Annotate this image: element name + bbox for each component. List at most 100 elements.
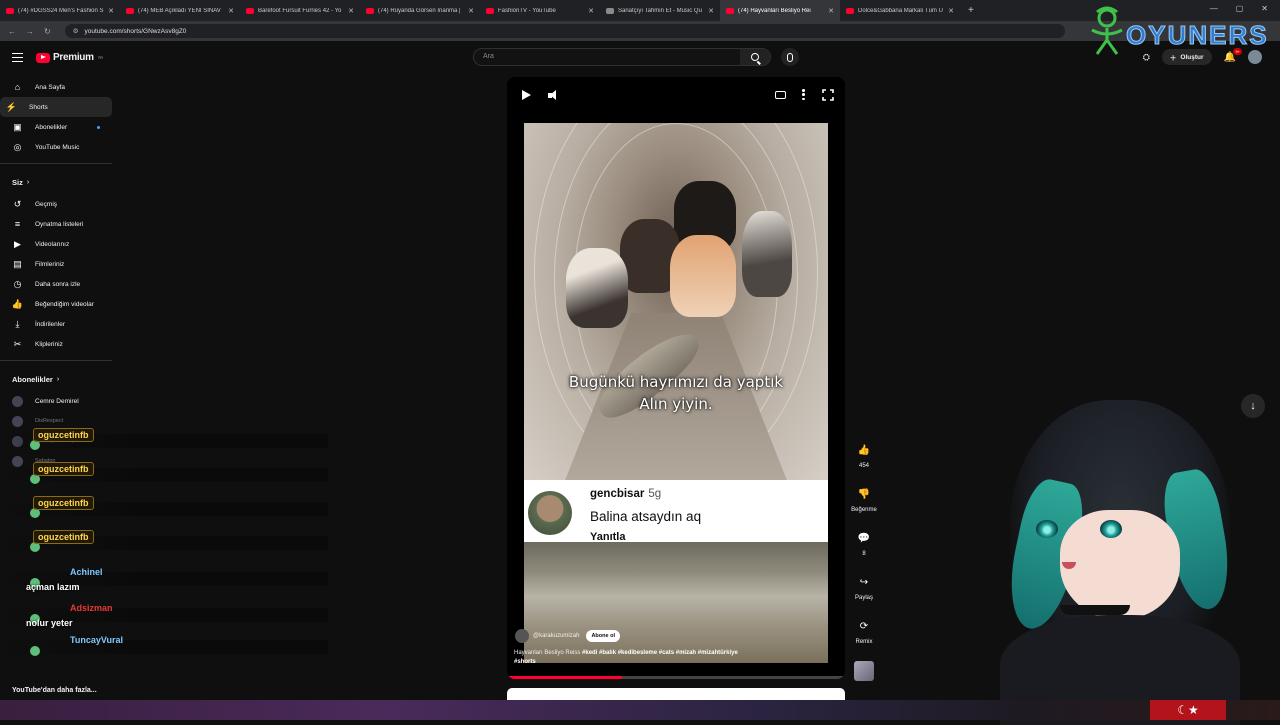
- browser-tab[interactable]: Dolce&Gabbana Markalı Tüm Ü ✕: [840, 0, 960, 21]
- sidebar-item-history[interactable]: ↺ Geçmiş: [0, 194, 112, 214]
- browser-tab[interactable]: Sanatçıyı Tahmin Et - Music Qu ✕: [600, 0, 720, 21]
- sidebar-item-label: Videolarınız: [35, 240, 70, 248]
- comment-reply-card: gencbisar 5g Balina atsaydın aq Yanıtla: [524, 480, 828, 543]
- like-action[interactable]: 👍 454: [849, 440, 879, 470]
- clips-icon: ✂: [13, 338, 22, 349]
- your-videos-icon: ▶: [14, 238, 21, 249]
- menu-icon[interactable]: [12, 53, 23, 62]
- watch-later-icon: ◷: [13, 278, 22, 289]
- progress-fill: [507, 676, 622, 679]
- sidebar-item-your-videos[interactable]: ▶ Videolarınız: [0, 234, 112, 254]
- captions-icon[interactable]: [775, 91, 786, 99]
- sidebar-item-watch-later[interactable]: ◷ Daha sonra izle: [0, 274, 112, 294]
- movies-icon: ▤: [13, 258, 22, 269]
- search-button[interactable]: [740, 49, 770, 65]
- browser-tab[interactable]: (74) Rüyanda Görsen İnanma | ✕: [360, 0, 480, 21]
- close-tab-icon[interactable]: ✕: [708, 7, 714, 15]
- share-icon[interactable]: ↪: [854, 572, 874, 592]
- close-tab-icon[interactable]: ✕: [828, 7, 834, 15]
- sidebar-item-label: Geçmiş: [35, 200, 58, 208]
- comments-action[interactable]: 💬 8: [849, 528, 879, 558]
- tab-title: (74) #DGSS24 Men's Fashion S: [18, 7, 104, 14]
- dislike-action[interactable]: 👎 Beğenme: [849, 484, 879, 514]
- tab-title: (74) Hayvanları Besliyo Rei: [738, 7, 811, 14]
- sidebar-subs-header[interactable]: Abonelikler ›: [0, 367, 118, 391]
- share-action[interactable]: ↪ Paylaş: [849, 572, 879, 602]
- dislike-icon[interactable]: 👎: [854, 484, 874, 504]
- browser-tab[interactable]: (74) MEB Açıkladı YENİ SINAV ✕: [120, 0, 240, 21]
- avatar-eye: [1036, 520, 1058, 538]
- chat-username: oguzcetinfb: [33, 530, 94, 544]
- sidebar-item-label: Shorts: [29, 103, 48, 111]
- voice-search-icon[interactable]: [781, 48, 799, 66]
- sidebar-item-download[interactable]: ⤓ İndirilenler: [0, 314, 112, 334]
- reply-age: 5g: [648, 488, 662, 500]
- subscribe-button[interactable]: Abone ol: [586, 630, 620, 642]
- reply-username: gencbisar: [590, 488, 645, 500]
- chat-user-icon: [30, 646, 40, 656]
- sidebar-item-playlist[interactable]: ≡ Oynatma listeleri: [0, 214, 112, 234]
- chat-username: oguzcetinfb: [33, 428, 94, 442]
- search-box[interactable]: Ara: [473, 48, 771, 66]
- home-icon: ⌂: [14, 82, 21, 92]
- back-icon[interactable]: ←: [8, 27, 16, 36]
- history-icon: ↺: [13, 198, 22, 209]
- channel-name[interactable]: @karakuzumizah: [533, 633, 579, 639]
- chat-message: nolur yeter: [26, 618, 73, 628]
- address-bar[interactable]: ⚙ youtube.com/shorts/GNwzAsv8gZ0: [64, 24, 1065, 38]
- music-quiz-favicon: [606, 7, 614, 14]
- close-tab-icon[interactable]: ✕: [108, 7, 114, 15]
- video-lower-scene: [524, 542, 828, 663]
- site-info-icon[interactable]: ⚙: [73, 27, 79, 35]
- close-tab-icon[interactable]: ✕: [348, 7, 354, 15]
- remix-action[interactable]: ⟳ Remix: [849, 616, 879, 646]
- new-tab-button[interactable]: +: [968, 5, 974, 16]
- sidebar-item-home[interactable]: ⌂ Ana Sayfa: [0, 77, 112, 97]
- sidebar-item-label: Beğendiğim videolar: [35, 300, 94, 308]
- sidebar-you-header[interactable]: Siz ›: [0, 170, 118, 194]
- next-short-preview[interactable]: [507, 688, 845, 700]
- volume-icon[interactable]: [548, 90, 559, 101]
- youtube-logo[interactable]: Premium TR: [36, 52, 103, 63]
- fullscreen-icon[interactable]: [822, 89, 834, 101]
- chat-username: Adsizman: [70, 603, 113, 613]
- comment-icon[interactable]: 💬: [854, 528, 874, 548]
- close-tab-icon[interactable]: ✕: [948, 7, 954, 15]
- more-options-icon[interactable]: [802, 89, 805, 100]
- close-tab-icon[interactable]: ✕: [228, 7, 234, 15]
- browser-tab[interactable]: (74) #DGSS24 Men's Fashion S ✕: [0, 0, 120, 21]
- browser-tab[interactable]: FashionTV - YouTube ✕: [480, 0, 600, 21]
- sidebar-item-music[interactable]: ◎ YouTube Music: [0, 137, 112, 157]
- sidebar-divider: [0, 163, 112, 164]
- subs-title: Abonelikler: [12, 374, 53, 384]
- youtube-favicon: [486, 7, 494, 14]
- tab-strip: (74) #DGSS24 Men's Fashion S ✕ (74) MEB Aç…: [0, 0, 960, 21]
- subscriptions-icon: ▣: [13, 121, 22, 132]
- logo-text: Premium: [53, 52, 94, 63]
- like-icon[interactable]: 👍: [854, 440, 874, 460]
- sidebar-item-subscriptions[interactable]: ▣ Abonelikler: [0, 117, 112, 137]
- search-input[interactable]: Ara: [483, 53, 494, 60]
- browser-tab[interactable]: (74) Hayvanları Besliyo Rei ✕: [720, 0, 840, 21]
- video-frame[interactable]: Bugünkü hayrımızı da yaptık Alın yiyin. …: [524, 123, 828, 663]
- forward-icon[interactable]: →: [26, 27, 34, 36]
- browser-tab[interactable]: Barefoot Fursuit Furries 42 - Yo ✕: [240, 0, 360, 21]
- remix-icon[interactable]: ⟳: [854, 616, 874, 636]
- sidebar-item-clips[interactable]: ✂ Klipleriniz: [0, 334, 112, 354]
- chat-username: Achinel: [70, 567, 103, 577]
- sidebar-item-liked[interactable]: 👍 Beğendiğim videolar: [0, 294, 112, 314]
- sound-thumbnail[interactable]: [854, 661, 874, 681]
- sidebar-divider: [0, 360, 112, 361]
- shorts-player[interactable]: Bugünkü hayrımızı da yaptık Alın yiyin. …: [507, 77, 845, 679]
- video-progress-bar[interactable]: [507, 676, 845, 679]
- play-icon[interactable]: [522, 90, 531, 100]
- close-tab-icon[interactable]: ✕: [588, 7, 594, 15]
- reload-icon[interactable]: ↻: [44, 27, 51, 36]
- tab-title: Sanatçıyı Tahmin Et - Music Qu: [618, 7, 702, 14]
- bottom-overlay-strip: [0, 700, 1280, 720]
- sidebar-item-movies[interactable]: ▤ Filmleriniz: [0, 254, 112, 274]
- close-tab-icon[interactable]: ✕: [468, 7, 474, 15]
- channel-avatar[interactable]: [515, 629, 529, 643]
- sidebar-item-shorts[interactable]: ⚡ Shorts: [0, 97, 112, 117]
- share-label: Paylaş: [854, 595, 873, 601]
